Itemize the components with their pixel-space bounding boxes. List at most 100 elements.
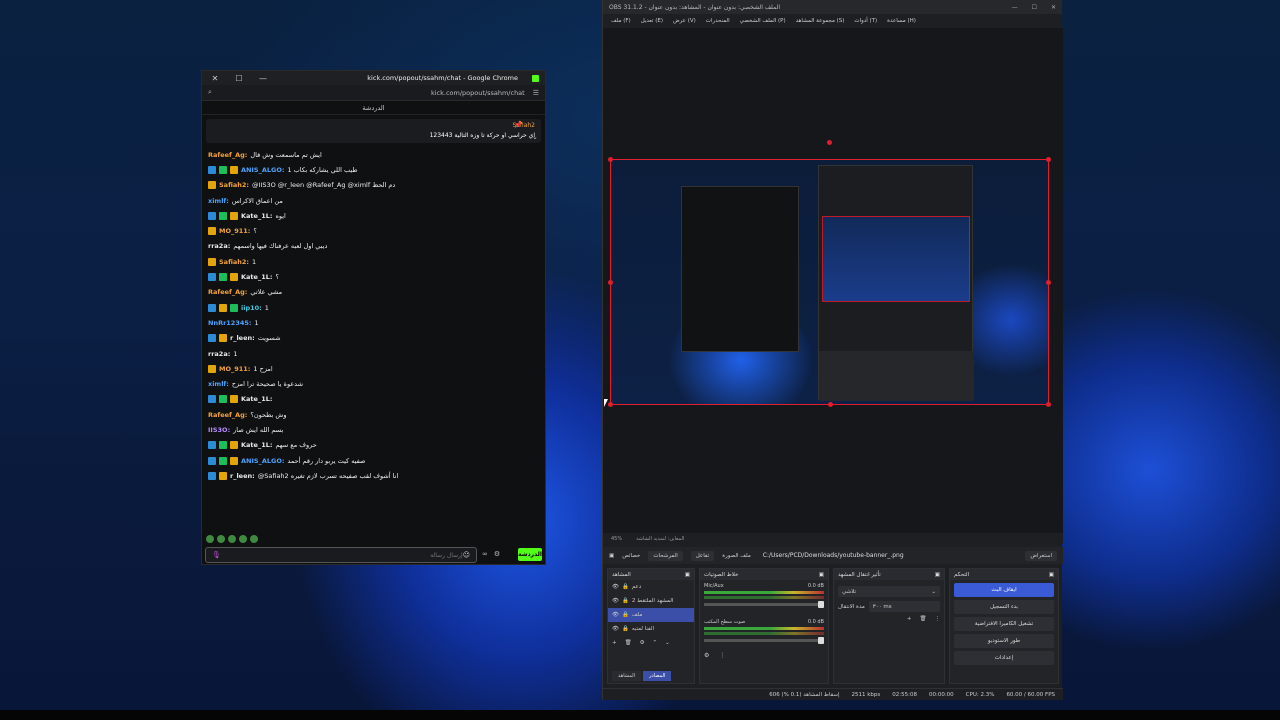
- stop-stream-button[interactable]: ايقاف البث: [954, 583, 1054, 597]
- preview-canvas[interactable]: [608, 157, 1051, 407]
- maximize-icon[interactable]: ☐: [1032, 4, 1037, 11]
- chat-username[interactable]: r_leen:: [230, 472, 255, 480]
- eye-icon[interactable]: 👁: [612, 612, 619, 618]
- resize-handle[interactable]: [1046, 157, 1051, 162]
- chat-username[interactable]: ANIS_ALGO:: [241, 457, 284, 465]
- volume-slider[interactable]: [704, 601, 824, 608]
- chat-send-button[interactable]: الدردشة: [518, 548, 542, 561]
- trash-icon[interactable]: 🗑: [920, 616, 927, 622]
- menu-item[interactable]: مساعدة (H): [887, 18, 916, 24]
- source-item[interactable]: 👁 🔒 المشهد الملتقط 2: [608, 594, 694, 608]
- close-icon[interactable]: ✕: [208, 74, 222, 83]
- start-recording-button[interactable]: بدء التسجيل: [954, 600, 1054, 614]
- dock-menu-icon[interactable]: ▣: [685, 572, 690, 578]
- chat-username[interactable]: Kate_1L:: [241, 212, 272, 220]
- chat-username[interactable]: Kate_1L:: [241, 441, 272, 449]
- site-settings-icon[interactable]: ☰: [533, 89, 539, 97]
- chat-username[interactable]: rra2a:: [208, 242, 230, 250]
- arrow-up-icon[interactable]: ⌃: [653, 640, 658, 646]
- chat-username[interactable]: iip10:: [241, 304, 262, 312]
- chat-username[interactable]: Kate_1L:: [241, 273, 272, 281]
- chat-input-box[interactable]: 🎙 ☺: [205, 547, 477, 563]
- resize-handle[interactable]: [1046, 402, 1051, 407]
- emote-icon[interactable]: [239, 535, 247, 543]
- emote-icon[interactable]: [217, 535, 225, 543]
- chat-username[interactable]: MO_911:: [219, 365, 250, 373]
- volume-slider[interactable]: [704, 637, 824, 644]
- eye-icon[interactable]: 👁: [612, 598, 619, 604]
- chat-username[interactable]: Rafeef_Ag:: [208, 411, 247, 419]
- virtual-camera-button[interactable]: تشغيل الكاميرا الافتراضية: [954, 617, 1054, 631]
- emoji-icon[interactable]: ☺: [463, 551, 470, 559]
- lock-icon[interactable]: 🔒: [622, 598, 629, 604]
- dock-menu-icon[interactable]: ▣: [935, 572, 940, 578]
- chat-username[interactable]: ximlf:: [208, 197, 229, 205]
- resize-handle[interactable]: [1046, 280, 1051, 285]
- zoom-level[interactable]: 45%: [611, 536, 622, 542]
- minimize-icon[interactable]: —: [1012, 4, 1018, 11]
- emote-icon[interactable]: [206, 535, 214, 543]
- eye-icon[interactable]: 👁: [612, 626, 619, 632]
- settings-gear-icon[interactable]: ⚙: [494, 550, 500, 558]
- chat-username[interactable]: IIS3O:: [208, 426, 230, 434]
- resize-handle[interactable]: [828, 402, 833, 407]
- resize-handle[interactable]: [608, 280, 613, 285]
- obs-preview[interactable]: [603, 28, 1063, 533]
- interact-button[interactable]: تفاعل: [690, 550, 715, 561]
- source-item[interactable]: 👁 🔒 ملف: [608, 608, 694, 622]
- properties-button[interactable]: خصائص: [622, 553, 640, 559]
- close-icon[interactable]: ✕: [1051, 4, 1056, 11]
- chat-username[interactable]: NnRr12345:: [208, 319, 252, 327]
- chat-username[interactable]: ximlf:: [208, 380, 229, 388]
- source-item[interactable]: 👁 🔒 الفنا لمتبه: [608, 622, 694, 636]
- tab-scenes[interactable]: المشاهد: [612, 671, 642, 681]
- menu-item[interactable]: تعديل (E): [641, 18, 663, 24]
- eye-icon[interactable]: 👁: [612, 584, 619, 590]
- gear-icon[interactable]: ⚙: [704, 652, 709, 659]
- pin-icon[interactable]: 📌: [514, 121, 523, 129]
- source-item[interactable]: 👁 🔒 دعم: [608, 580, 694, 594]
- menu-item[interactable]: أدوات (T): [854, 18, 877, 24]
- resize-handle[interactable]: [608, 402, 613, 407]
- resize-handle[interactable]: [608, 157, 613, 162]
- rotation-handle[interactable]: [827, 140, 832, 145]
- maximize-icon[interactable]: ☐: [232, 74, 246, 83]
- chat-username[interactable]: Safiah2:: [219, 258, 249, 266]
- menu-item[interactable]: عرض (V): [673, 18, 696, 24]
- infinity-icon[interactable]: ∞: [482, 550, 488, 558]
- gear-icon[interactable]: ⚙: [640, 640, 645, 646]
- filters-button[interactable]: المرشحات: [648, 550, 683, 561]
- more-icon[interactable]: ⋮: [935, 616, 941, 622]
- url-text[interactable]: kick.com/popout/ssahm/chat: [431, 89, 525, 97]
- chat-username[interactable]: Kate_1L:: [241, 395, 272, 403]
- lock-icon[interactable]: 🔒: [622, 584, 629, 590]
- add-icon[interactable]: +: [907, 616, 912, 622]
- menu-item[interactable]: مجموعة المشاهد (S): [796, 18, 845, 24]
- chat-username[interactable]: Rafeef_Ag:: [208, 151, 247, 159]
- lock-icon[interactable]: 🔒: [622, 626, 629, 632]
- lock-icon[interactable]: 🔒: [622, 612, 629, 618]
- menu-item[interactable]: المنحدرات: [706, 18, 730, 24]
- settings-button[interactable]: إعدادات: [954, 651, 1054, 665]
- dock-menu-icon[interactable]: ▣: [1049, 572, 1054, 578]
- chat-message-input[interactable]: [220, 551, 463, 559]
- emote-icon[interactable]: [228, 535, 236, 543]
- transition-select[interactable]: تلاشي ⌄: [838, 586, 940, 597]
- chat-username[interactable]: rra2a:: [208, 350, 230, 358]
- minimize-icon[interactable]: —: [256, 74, 270, 83]
- menu-item[interactable]: ملف (F): [611, 18, 631, 24]
- chat-username[interactable]: MO_911:: [219, 227, 250, 235]
- more-icon[interactable]: ⋮: [719, 652, 725, 659]
- menu-item[interactable]: الملف الشخصي (P): [740, 18, 786, 24]
- add-icon[interactable]: +: [612, 640, 617, 646]
- studio-mode-button[interactable]: طور الاستوديو: [954, 634, 1054, 648]
- chevron-down-icon[interactable]: ⌄: [532, 133, 538, 141]
- chat-message-list[interactable]: Rafeef_Ag: ايش تم ماسمعت وش قال ANIS_ALGO:…: [202, 147, 545, 484]
- chat-username[interactable]: Safiah2:: [219, 181, 249, 189]
- chat-username[interactable]: Rafeef_Ag:: [208, 288, 247, 296]
- chat-username[interactable]: r_leen:: [230, 334, 255, 342]
- mic-icon[interactable]: 🎙: [212, 551, 221, 559]
- trash-icon[interactable]: 🗑: [625, 640, 632, 646]
- browse-button[interactable]: استعراض: [1025, 550, 1057, 561]
- duration-input[interactable]: ٣٠٠ ms: [868, 601, 940, 612]
